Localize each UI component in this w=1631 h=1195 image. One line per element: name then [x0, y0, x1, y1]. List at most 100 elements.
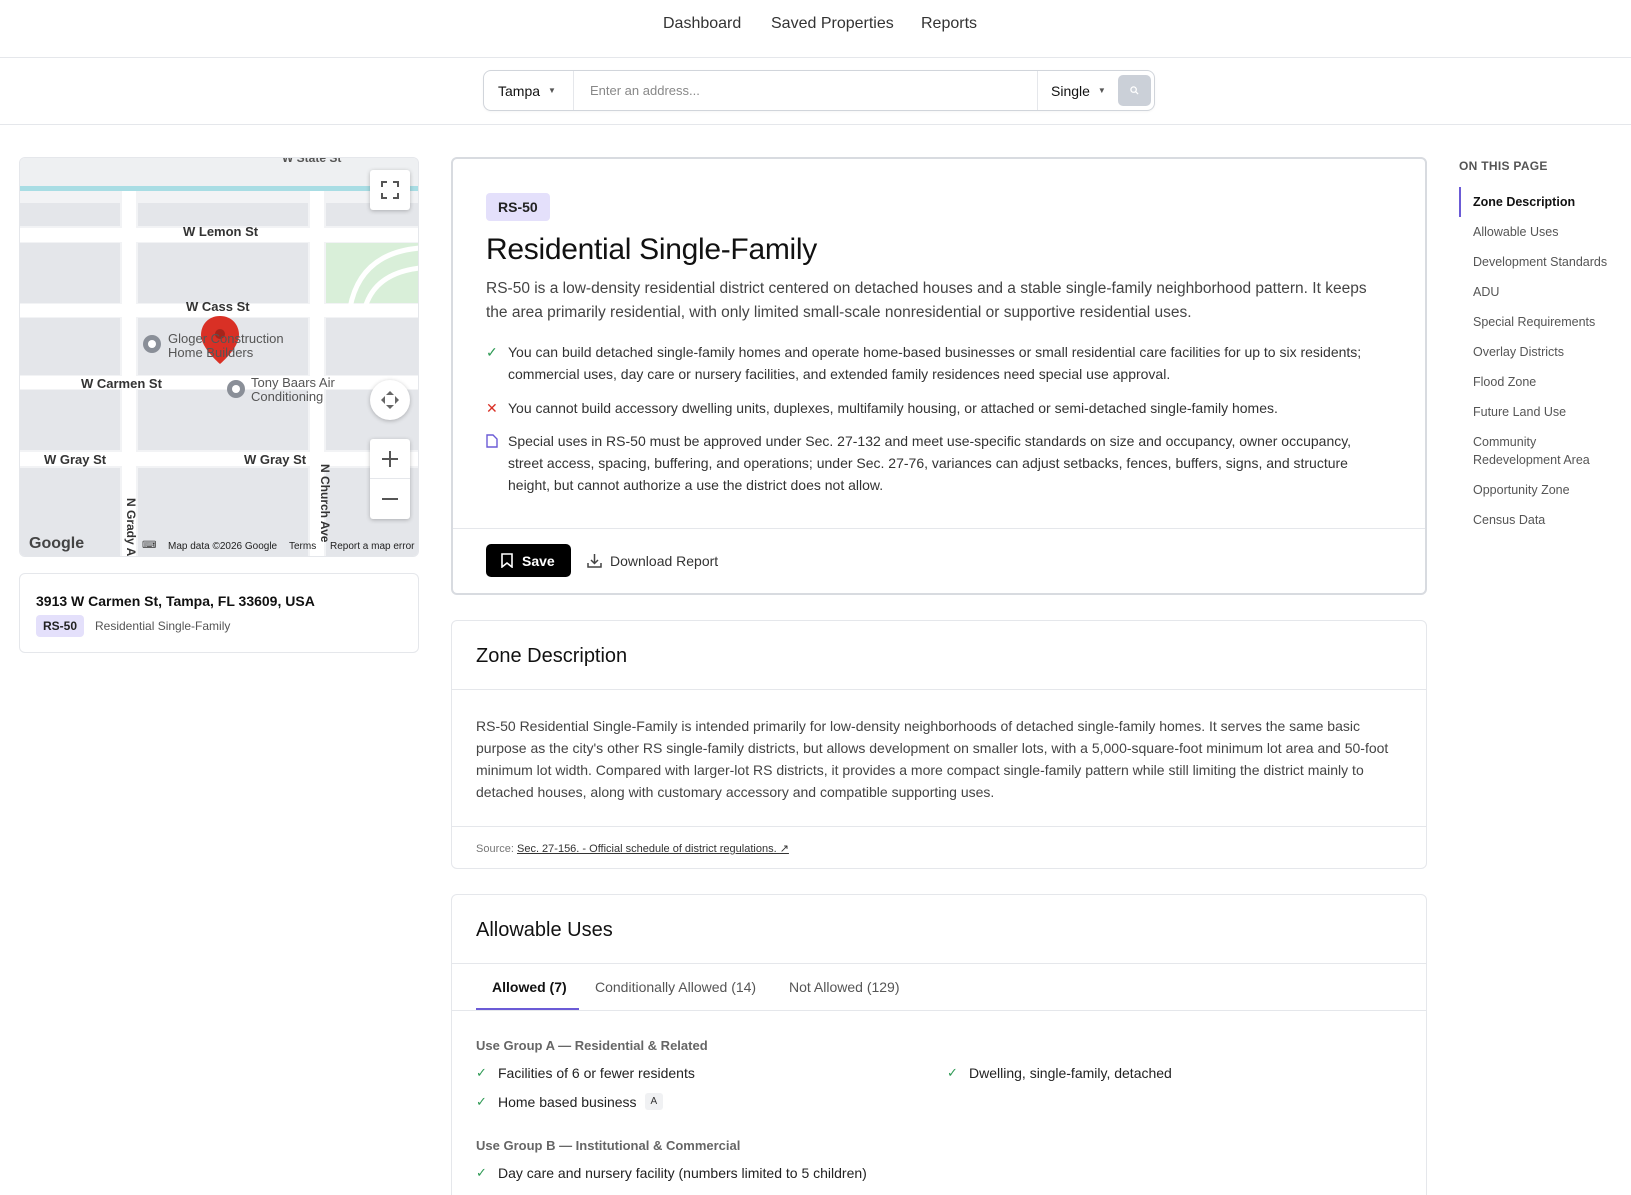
save-button[interactable]: Save	[486, 544, 571, 577]
zone-description-section: Zone Description RS-50 Residential Singl…	[451, 620, 1427, 869]
zone-title: Residential Single-Family	[486, 233, 817, 266]
map-terms-link[interactable]: Terms	[289, 541, 316, 552]
tab-conditionally-allowed[interactable]: Conditionally Allowed (14)	[595, 979, 756, 995]
check-icon: ✓	[486, 344, 498, 360]
map-street-label: W Cass St	[186, 299, 250, 314]
toc-item-adu[interactable]: ADU	[1473, 283, 1623, 301]
use-label: Day care and nursery facility (numbers l…	[498, 1165, 867, 1181]
map-street-label: W Lemon St	[183, 224, 259, 239]
map-street-label: W Carmen St	[81, 376, 162, 391]
divider	[453, 528, 1425, 529]
google-logo: Google	[29, 535, 85, 552]
cannot-build-text: You cannot build accessory dwelling unit…	[508, 400, 1278, 416]
section-header: Allowable Uses	[452, 895, 1426, 964]
source-prefix: Source:	[476, 843, 514, 855]
search-button[interactable]	[1118, 75, 1151, 106]
list-item: ✓ Facilities of 6 or fewer residents	[476, 1065, 695, 1081]
can-build-text: You can build detached single-family hom…	[508, 344, 1362, 382]
minus-icon	[382, 498, 398, 500]
map-street-label: W State St	[282, 157, 342, 165]
map[interactable]: W Lemon St W Cass St W Carmen St W Gray …	[19, 157, 419, 557]
map-street-label: N Church Ave	[318, 464, 332, 543]
map-report-link[interactable]: Report a map error	[330, 541, 414, 552]
toc-item-community-redevelopment-area[interactable]: Community Redevelopment Area	[1473, 433, 1598, 469]
download-label: Download Report	[610, 552, 719, 569]
city-select-value: Tampa	[498, 82, 541, 99]
toc-item-flood-zone[interactable]: Flood Zone	[1473, 373, 1623, 391]
zone-summary-card: RS-50 Residential Single-Family RS-50 is…	[451, 157, 1427, 595]
list-item: ✓ Home based business A	[476, 1093, 664, 1110]
document-icon	[486, 430, 500, 454]
keyboard-icon[interactable]: ⌨	[142, 540, 156, 551]
zoom-control	[370, 439, 410, 519]
type-select[interactable]: Single ▼	[1051, 71, 1106, 110]
pan-control[interactable]	[370, 380, 410, 420]
section-title: Zone Description	[476, 645, 628, 667]
caret-down-icon: ▼	[548, 86, 556, 95]
search-icon	[1130, 86, 1139, 95]
cross-icon: ✕	[486, 400, 498, 416]
use-label: Dwelling, single-family, detached	[969, 1065, 1172, 1081]
toc-active-indicator	[1459, 187, 1461, 217]
property-address: 3913 W Carmen St, Tampa, FL 33609, USA	[36, 593, 315, 609]
map-street-label: W Gray St	[44, 452, 107, 467]
toc-item-special-requirements[interactable]: Special Requirements	[1473, 313, 1623, 331]
zoom-out-button[interactable]	[370, 479, 410, 519]
allowable-uses-section: Allowable Uses Allowed (7) Conditionally…	[451, 894, 1427, 1195]
check-icon: ✓	[947, 1065, 958, 1080]
map-street-label: W Gray St	[244, 452, 307, 467]
zone-name: Residential Single-Family	[95, 619, 231, 633]
active-tab-indicator	[476, 1008, 579, 1010]
use-group-title: Use Group B — Institutional & Commercial	[476, 1138, 741, 1153]
cannot-build-item: ✕ You cannot build accessory dwelling un…	[486, 397, 1386, 419]
check-icon: ✓	[476, 1165, 487, 1180]
toc-item-census-data[interactable]: Census Data	[1473, 511, 1623, 529]
type-select-value: Single	[1051, 82, 1090, 99]
list-item: ✓ Dwelling, single-family, detached	[947, 1065, 1172, 1081]
section-header: Zone Description	[452, 621, 1426, 690]
toc-item-development-standards[interactable]: Development Standards	[1473, 253, 1623, 271]
download-report-button[interactable]: Download Report	[587, 544, 718, 577]
map-place-label: Home Builders	[168, 345, 254, 360]
bookmark-icon	[501, 553, 513, 568]
search-row: Tampa ▼ Single ▼	[0, 58, 1631, 125]
nav-reports[interactable]: Reports	[921, 15, 977, 33]
pan-arrows-icon	[381, 391, 399, 409]
plus-icon	[382, 450, 398, 467]
map-place-label: Tony Baars Air	[251, 375, 335, 390]
nav-saved-properties[interactable]: Saved Properties	[771, 15, 894, 33]
use-label: Home based business	[498, 1093, 637, 1110]
city-select[interactable]: Tampa ▼	[498, 71, 573, 110]
tab-not-allowed[interactable]: Not Allowed (129)	[789, 979, 900, 995]
map-place-label: Conditioning	[251, 389, 324, 404]
special-use-text: Special uses in RS-50 must be approved u…	[508, 433, 1352, 493]
special-use-item: Special uses in RS-50 must be approved u…	[486, 430, 1386, 496]
list-item: ✓ Day care and nursery facility (numbers…	[476, 1165, 867, 1181]
download-icon	[587, 554, 602, 568]
map-place-label: Gloger Construction	[168, 331, 284, 346]
toc-item-allowable-uses[interactable]: Allowable Uses	[1473, 223, 1623, 241]
address-input[interactable]	[574, 72, 1038, 109]
fullscreen-button[interactable]	[370, 170, 410, 210]
zone-summary: RS-50 is a low-density residential distr…	[486, 280, 1367, 321]
zone-description-text: RS-50 Residential Single-Family is inten…	[476, 718, 1389, 800]
uses-tabs: Allowed (7) Conditionally Allowed (14) N…	[452, 964, 1426, 1011]
tab-allowed[interactable]: Allowed (7)	[492, 979, 567, 995]
toc-item-overlay-districts[interactable]: Overlay Districts	[1473, 343, 1623, 361]
nav-dashboard[interactable]: Dashboard	[663, 15, 741, 33]
source-row: Source: Sec. 27-156. - Official schedule…	[452, 826, 1426, 868]
toc-item-zone-description[interactable]: Zone Description	[1473, 193, 1623, 211]
divider	[1037, 71, 1038, 110]
caret-down-icon: ▼	[1097, 86, 1106, 95]
section-title: Allowable Uses	[476, 919, 613, 941]
save-label: Save	[522, 552, 555, 569]
toc-item-opportunity-zone[interactable]: Opportunity Zone	[1473, 481, 1623, 499]
check-icon: ✓	[476, 1093, 487, 1109]
zoom-in-button[interactable]	[370, 439, 410, 479]
toc-item-future-land-use[interactable]: Future Land Use	[1473, 403, 1623, 421]
map-footer: Google ⌨ Map data ©2026 Google Terms Rep…	[20, 535, 418, 556]
address-card: 3913 W Carmen St, Tampa, FL 33609, USA R…	[19, 573, 419, 653]
use-note-badge[interactable]: A	[644, 1093, 664, 1110]
fullscreen-icon	[381, 181, 399, 199]
source-link[interactable]: Sec. 27-156. - Official schedule of dist…	[517, 843, 789, 855]
